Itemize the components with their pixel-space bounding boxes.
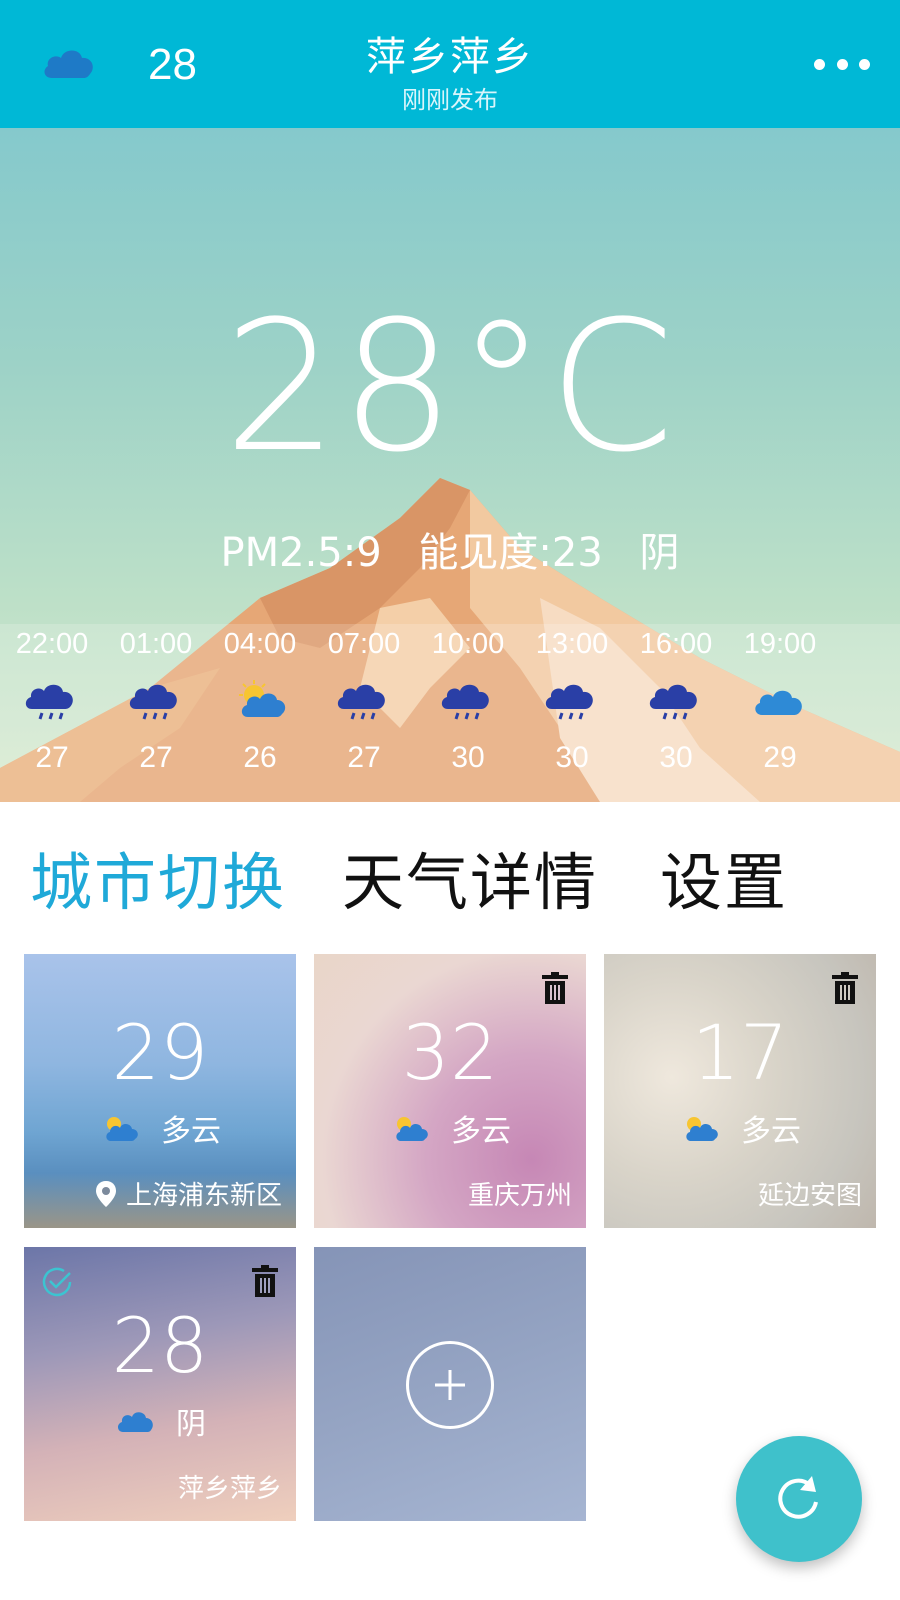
check-circle-icon <box>42 1267 72 1297</box>
city-card[interactable]: 29 多云 上海浦东新区 <box>24 954 296 1228</box>
city-weather: 多云 <box>24 1106 296 1150</box>
current-temperature: 28°C <box>223 283 677 492</box>
visibility-value: 能见度:23 <box>418 530 603 576</box>
hourly-temp: 30 <box>659 741 693 774</box>
hourly-time: 04:00 <box>223 628 297 660</box>
hourly-item: 04:00 26 <box>208 628 312 775</box>
hourly-item: 13:00 30 <box>520 628 624 775</box>
city-weather-text: 多云 <box>741 1114 801 1149</box>
hourly-temp: 27 <box>347 741 381 774</box>
city-weather: 阴 <box>24 1399 296 1443</box>
city-name-row: 萍乡萍乡 <box>178 1468 282 1505</box>
city-name: 上海浦东新区 <box>125 1181 282 1211</box>
weather-description: 阴 <box>639 530 680 576</box>
hourly-time: 01:00 <box>119 628 193 660</box>
city-name-row: 上海浦东新区 <box>95 1175 282 1212</box>
hourly-item: 01:00 27 <box>104 628 208 775</box>
app-header: 28 萍乡萍乡 刚刚发布 <box>0 0 900 128</box>
hourly-item: 19:00 29 <box>728 628 832 775</box>
partly-cloudy-icon <box>396 1117 428 1141</box>
pm25-value: PM2.5:9 <box>220 530 382 576</box>
air-info: PM2.5:9 能见度:23 阴 <box>0 520 900 578</box>
refresh-button[interactable] <box>736 1436 862 1562</box>
city-weather-text: 阴 <box>176 1407 206 1442</box>
city-temp: 29 <box>111 1008 209 1097</box>
hourly-time: 07:00 <box>327 628 401 660</box>
hourly-item: 10:00 30 <box>416 628 520 775</box>
hourly-temp: 30 <box>451 741 485 774</box>
trash-icon[interactable] <box>542 972 568 1004</box>
tab-city-switch[interactable]: 城市切换 <box>30 832 286 922</box>
hourly-item: 22:00 27 <box>0 628 104 775</box>
city-card[interactable]: 17 多云 延边安图 <box>604 954 876 1228</box>
tab-weather-details[interactable]: 天气详情 <box>342 832 598 922</box>
header-city-name: 萍乡萍乡 <box>366 34 534 80</box>
hourly-temp: 29 <box>763 741 797 774</box>
trash-icon[interactable] <box>252 1265 278 1297</box>
hourly-time: 13:00 <box>535 628 609 660</box>
partly-cloudy-icon <box>106 1117 138 1141</box>
weather-hero: 28°C PM2.5:9 能见度:23 阴 22:00 27 01:00 27 … <box>0 128 900 802</box>
rain-icon <box>25 684 73 720</box>
hourly-item: 16:00 30 <box>624 628 728 775</box>
hourly-time: 22:00 <box>15 628 89 660</box>
more-icon[interactable] <box>814 40 870 88</box>
partly-cloudy-icon <box>686 1117 718 1141</box>
rain-icon <box>545 684 593 720</box>
city-name: 重庆万州 <box>467 1181 572 1211</box>
publish-status: 刚刚发布 <box>402 86 498 114</box>
city-weather: 多云 <box>604 1106 876 1150</box>
hourly-time: 10:00 <box>431 628 505 660</box>
city-name: 萍乡萍乡 <box>177 1474 282 1504</box>
city-card[interactable]: 32 多云 重庆万州 <box>314 954 586 1228</box>
location-pin-icon <box>95 1180 116 1207</box>
city-temp: 28 <box>111 1301 209 1390</box>
city-name-row: 重庆万州 <box>468 1175 572 1212</box>
city-temp: 32 <box>401 1008 499 1097</box>
hourly-temp: 27 <box>139 741 173 774</box>
plus-circle-icon[interactable] <box>406 1341 494 1429</box>
city-name: 延边安图 <box>757 1181 862 1211</box>
hourly-time: 19:00 <box>743 628 817 660</box>
rain-icon <box>649 684 697 720</box>
rain-icon <box>129 684 177 720</box>
hourly-temp: 27 <box>35 741 69 774</box>
city-name-row: 延边安图 <box>758 1175 862 1212</box>
rain-icon <box>337 684 385 720</box>
partly-cloudy-icon <box>239 680 286 717</box>
rain-icon <box>441 684 489 720</box>
hourly-item: 07:00 27 <box>312 628 416 775</box>
tab-settings[interactable]: 设置 <box>660 832 788 922</box>
city-weather-text: 多云 <box>161 1114 221 1149</box>
refresh-icon <box>778 1476 818 1519</box>
cloud-icon <box>755 690 802 715</box>
add-city-card[interactable] <box>314 1247 586 1521</box>
tab-bar: 城市切换 天气详情 设置 <box>0 802 900 938</box>
cloud-icon <box>117 1412 153 1432</box>
city-temp: 17 <box>691 1008 789 1097</box>
hourly-temp: 30 <box>555 741 589 774</box>
trash-icon[interactable] <box>832 972 858 1004</box>
city-weather: 多云 <box>314 1106 586 1150</box>
city-weather-text: 多云 <box>451 1114 511 1149</box>
hourly-temp: 26 <box>243 741 277 774</box>
hourly-time: 16:00 <box>639 628 713 660</box>
city-card-selected[interactable]: 28 阴 萍乡萍乡 <box>24 1247 296 1521</box>
